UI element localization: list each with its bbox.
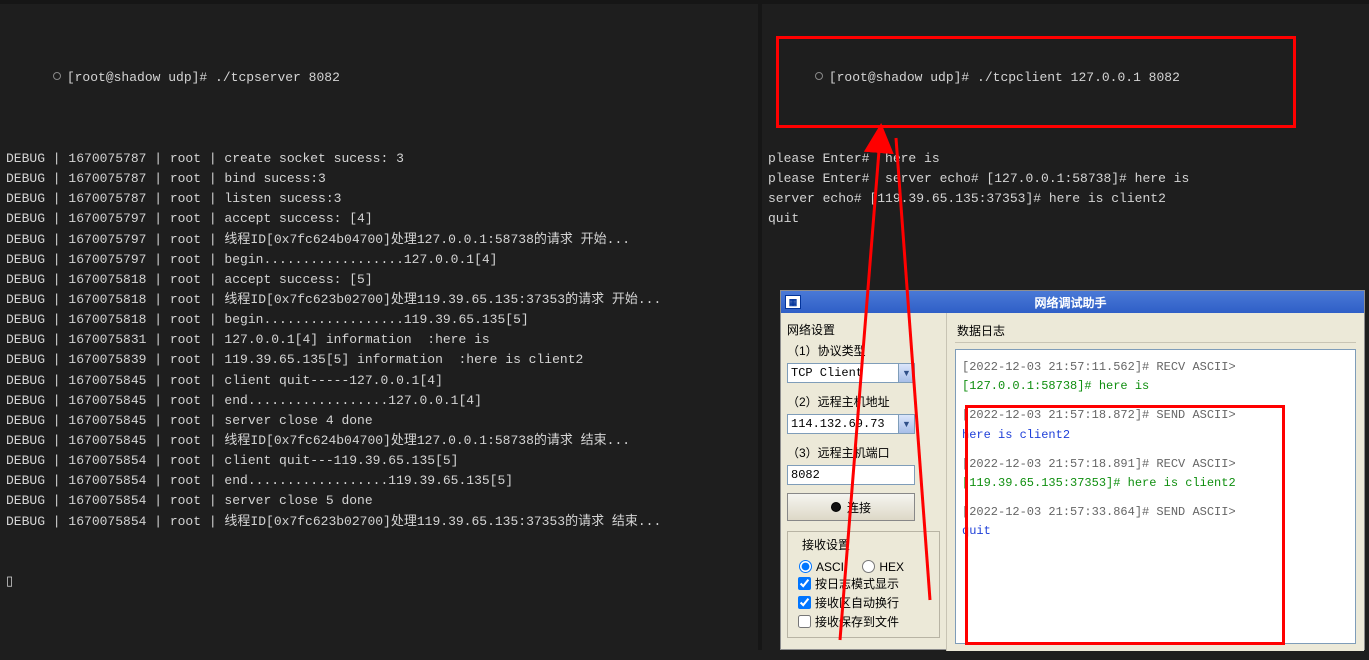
terminal-output-line: DEBUG | 1670075787 | root | create socke…: [6, 149, 752, 169]
port-label: （3）远程主机端口: [787, 444, 940, 461]
terminal-output-line: DEBUG | 1670075797 | root | 线程ID[0x7fc62…: [6, 230, 752, 250]
log-entry: [2022-12-03 21:57:18.872]# SEND ASCII>he…: [962, 406, 1349, 444]
terminal-output-line: DEBUG | 1670075818 | root | begin.......…: [6, 310, 752, 330]
log-entry: [2022-12-03 21:57:11.562]# RECV ASCII>[1…: [962, 358, 1349, 396]
command-text: ./tcpserver 8082: [215, 70, 340, 85]
host-input[interactable]: [787, 414, 915, 434]
terminal-output-line: DEBUG | 1670075854 | root | 线程ID[0x7fc62…: [6, 512, 752, 532]
save-file-check[interactable]: 接收保存到文件: [794, 615, 899, 629]
protocol-label: （1）协议类型: [787, 342, 940, 359]
command-text: ./tcpclient 127.0.0.1 8082: [977, 70, 1180, 85]
log-body: [127.0.0.1:58738]# here is: [962, 377, 1349, 396]
recv-title: 接收设置: [798, 536, 854, 553]
protocol-select[interactable]: [787, 363, 915, 383]
terminal-output-line: DEBUG | 1670075787 | root | listen suces…: [6, 189, 752, 209]
terminal-output-line: server echo# [119.39.65.135:37353]# here…: [768, 189, 1363, 209]
left-terminal[interactable]: [root@shadow udp]# ./tcpserver 8082 DEBU…: [0, 4, 758, 636]
data-log[interactable]: [2022-12-03 21:57:11.562]# RECV ASCII>[1…: [955, 349, 1356, 644]
settings-panel: 网络设置 （1）协议类型 ▼ （2）远程主机地址 ▼ （3）远程主机端口 连接 …: [781, 313, 947, 651]
window-title: 网络调试助手: [807, 294, 1364, 311]
connect-label: 连接: [847, 499, 871, 516]
data-log-title: 数据日志: [955, 319, 1356, 343]
port-input[interactable]: [787, 465, 915, 485]
terminal-output-line: DEBUG | 1670075797 | root | accept succe…: [6, 209, 752, 229]
terminal-output-line: DEBUG | 1670075818 | root | 线程ID[0x7fc62…: [6, 290, 752, 310]
terminal-output-line: please Enter# here is: [768, 149, 1363, 169]
left-terminal-pane[interactable]: [root@shadow udp]# ./tcpserver 8082 DEBU…: [0, 0, 758, 650]
auto-wrap-check[interactable]: 接收区自动换行: [794, 596, 899, 610]
terminal-output-line: quit: [768, 209, 1363, 229]
log-timestamp: [2022-12-03 21:57:11.562]# RECV ASCII>: [962, 358, 1349, 377]
log-body: here is client2: [962, 426, 1349, 445]
terminal-output-line: DEBUG | 1670075831 | root | 127.0.0.1[4]…: [6, 330, 752, 350]
net-settings-label: 网络设置: [787, 321, 940, 338]
terminal-output-line: DEBUG | 1670075854 | root | client quit-…: [6, 451, 752, 471]
log-timestamp: [2022-12-03 21:57:18.891]# RECV ASCII>: [962, 455, 1349, 474]
log-timestamp: [2022-12-03 21:57:33.864]# SEND ASCII>: [962, 503, 1349, 522]
log-entry: [2022-12-03 21:57:18.891]# RECV ASCII>[1…: [962, 455, 1349, 493]
terminal-output-line: DEBUG | 1670075845 | root | 线程ID[0x7fc62…: [6, 431, 752, 451]
run-marker-icon: [815, 72, 823, 80]
terminal-output-line: DEBUG | 1670075854 | root | server close…: [6, 491, 752, 511]
titlebar[interactable]: ▦ 网络调试助手: [781, 291, 1364, 313]
shell-prompt: [root@shadow udp]#: [829, 70, 977, 85]
terminal-output-line: DEBUG | 1670075845 | root | end.........…: [6, 391, 752, 411]
shell-prompt: [root@shadow udp]#: [67, 70, 215, 85]
ascii-radio[interactable]: ASCII: [794, 560, 847, 574]
app-icon: ▦: [785, 295, 801, 309]
terminal-output-line: DEBUG | 1670075818 | root | accept succe…: [6, 270, 752, 290]
terminal-output-line: DEBUG | 1670075845 | root | client quit-…: [6, 371, 752, 391]
log-entry: [2022-12-03 21:57:33.864]# SEND ASCII>qu…: [962, 503, 1349, 541]
log-body: quit: [962, 522, 1349, 541]
terminal-output-line: DEBUG | 1670075854 | root | end.........…: [6, 471, 752, 491]
terminal-output-line: DEBUG | 1670075839 | root | 119.39.65.13…: [6, 350, 752, 370]
run-marker-icon: [53, 72, 61, 80]
right-terminal-pane[interactable]: [root@shadow udp]# ./tcpclient 127.0.0.1…: [762, 0, 1369, 280]
terminal-output-line: DEBUG | 1670075797 | root | begin.......…: [6, 250, 752, 270]
host-label: （2）远程主机地址: [787, 393, 940, 410]
status-dot-icon: [831, 502, 841, 512]
connect-button[interactable]: 连接: [787, 493, 915, 521]
terminal-output-line: DEBUG | 1670075845 | root | server close…: [6, 411, 752, 431]
log-body: [119.39.65.135:37353]# here is client2: [962, 474, 1349, 493]
log-mode-check[interactable]: 按日志模式显示: [794, 577, 899, 591]
cursor: ▯: [6, 574, 13, 589]
terminal-output-line: DEBUG | 1670075787 | root | bind sucess:…: [6, 169, 752, 189]
recv-settings-group: 接收设置 ASCII HEX 按日志模式显示 接收区自动换行 接收保存到文件: [787, 531, 940, 638]
log-timestamp: [2022-12-03 21:57:18.872]# SEND ASCII>: [962, 406, 1349, 425]
terminal-output-line: please Enter# server echo# [127.0.0.1:58…: [768, 169, 1363, 189]
hex-radio[interactable]: HEX: [857, 560, 904, 574]
network-debug-tool-window[interactable]: ▦ 网络调试助手 网络设置 （1）协议类型 ▼ （2）远程主机地址 ▼ （3）远…: [780, 290, 1365, 650]
